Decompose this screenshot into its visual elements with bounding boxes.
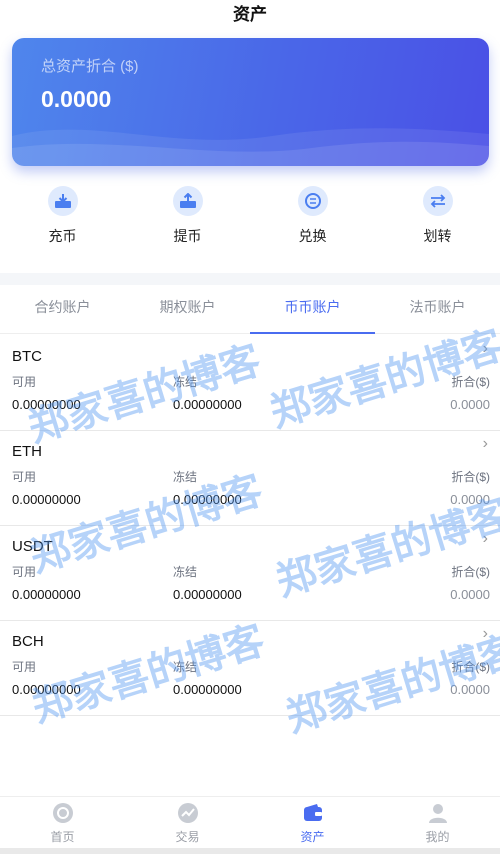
chevron-right-icon: › [482,625,488,642]
tab-contract-account[interactable]: 合约账户 [0,285,125,333]
frozen-label: 冻结 [173,470,198,484]
deposit-icon [47,186,78,216]
available-value: 0.00000000 [12,492,81,507]
section-divider [0,273,500,285]
tabbar-label-profile: 我的 [425,830,450,844]
available-label: 可用 [12,375,37,389]
transfer-button[interactable]: 划转 [375,186,500,246]
available-value: 0.00000000 [12,587,81,602]
tab-options-account[interactable]: 期权账户 [125,285,250,333]
deposit-label: 充币 [48,228,77,244]
chevron-right-icon: › [482,530,488,547]
asset-symbol: BCH [12,633,44,650]
withdraw-label: 提币 [173,228,202,244]
wallet-icon [302,802,324,824]
frozen-value: 0.00000000 [173,397,242,412]
transfer-icon [422,186,453,216]
equivalent-label: 折合($) [451,660,490,674]
frozen-label: 冻结 [173,565,198,579]
tabbar-item-assets[interactable]: 资产 [250,797,375,848]
tabbar-label-trade: 交易 [175,830,200,844]
asset-symbol: ETH [12,443,42,460]
tabbar-item-profile[interactable]: 我的 [375,797,500,848]
total-assets-value: 0.0000 [41,86,112,112]
available-label: 可用 [12,470,37,484]
asset-row-eth[interactable]: ETH › 可用 冻结 折合($) 0.00000000 0.00000000 … [0,431,500,526]
frozen-label: 冻结 [173,375,198,389]
chevron-right-icon: › [482,435,488,452]
frozen-value: 0.00000000 [173,492,242,507]
frozen-value: 0.00000000 [173,682,242,697]
asset-row-usdt[interactable]: USDT › 可用 冻结 折合($) 0.00000000 0.00000000… [0,526,500,621]
trade-icon [177,802,199,824]
total-assets-card: 总资产折合 ($) 0.0000 [12,38,489,166]
withdraw-button[interactable]: 提币 [125,186,250,246]
chevron-right-icon: › [482,340,488,357]
tabbar-item-trade[interactable]: 交易 [125,797,250,848]
available-value: 0.00000000 [12,397,81,412]
available-label: 可用 [12,565,37,579]
asset-symbol: BTC [12,348,42,365]
card-wave-decoration [12,128,489,166]
exchange-label: 兑换 [298,228,327,244]
equivalent-value: 0.0000 [450,397,490,412]
equivalent-label: 折合($) [451,375,490,389]
equivalent-label: 折合($) [451,470,490,484]
asset-symbol: USDT [12,538,53,555]
equivalent-value: 0.0000 [450,682,490,697]
page-title: 资产 [233,5,267,24]
tab-fiat-account[interactable]: 法币账户 [375,285,500,333]
home-icon [52,802,74,824]
bottom-tab-bar: 首页 交易 资产 我的 [0,796,500,848]
frozen-value: 0.00000000 [173,587,242,602]
account-tabs: 合约账户 期权账户 币币账户 法币账户 [0,285,500,334]
available-value: 0.00000000 [12,682,81,697]
exchange-icon [297,186,328,216]
transfer-label: 划转 [423,228,452,244]
frozen-label: 冻结 [173,660,198,674]
available-label: 可用 [12,660,37,674]
tabbar-label-assets: 资产 [300,830,325,844]
system-bottom-bar [0,848,500,854]
tab-spot-account[interactable]: 币币账户 [250,285,375,334]
user-icon [427,802,449,824]
tabbar-item-home[interactable]: 首页 [0,797,125,848]
asset-list: BTC › 可用 冻结 折合($) 0.00000000 0.00000000 … [0,336,500,716]
equivalent-label: 折合($) [451,565,490,579]
equivalent-value: 0.0000 [450,587,490,602]
total-assets-label: 总资产折合 ($) [41,58,139,75]
deposit-button[interactable]: 充币 [0,186,125,246]
withdraw-icon [172,186,203,216]
equivalent-value: 0.0000 [450,492,490,507]
quick-actions: 充币 提币 兑换 划转 [0,186,500,246]
asset-row-btc[interactable]: BTC › 可用 冻结 折合($) 0.00000000 0.00000000 … [0,336,500,431]
exchange-button[interactable]: 兑换 [250,186,375,246]
asset-row-bch[interactable]: BCH › 可用 冻结 折合($) 0.00000000 0.00000000 … [0,621,500,716]
tabbar-label-home: 首页 [50,830,75,844]
